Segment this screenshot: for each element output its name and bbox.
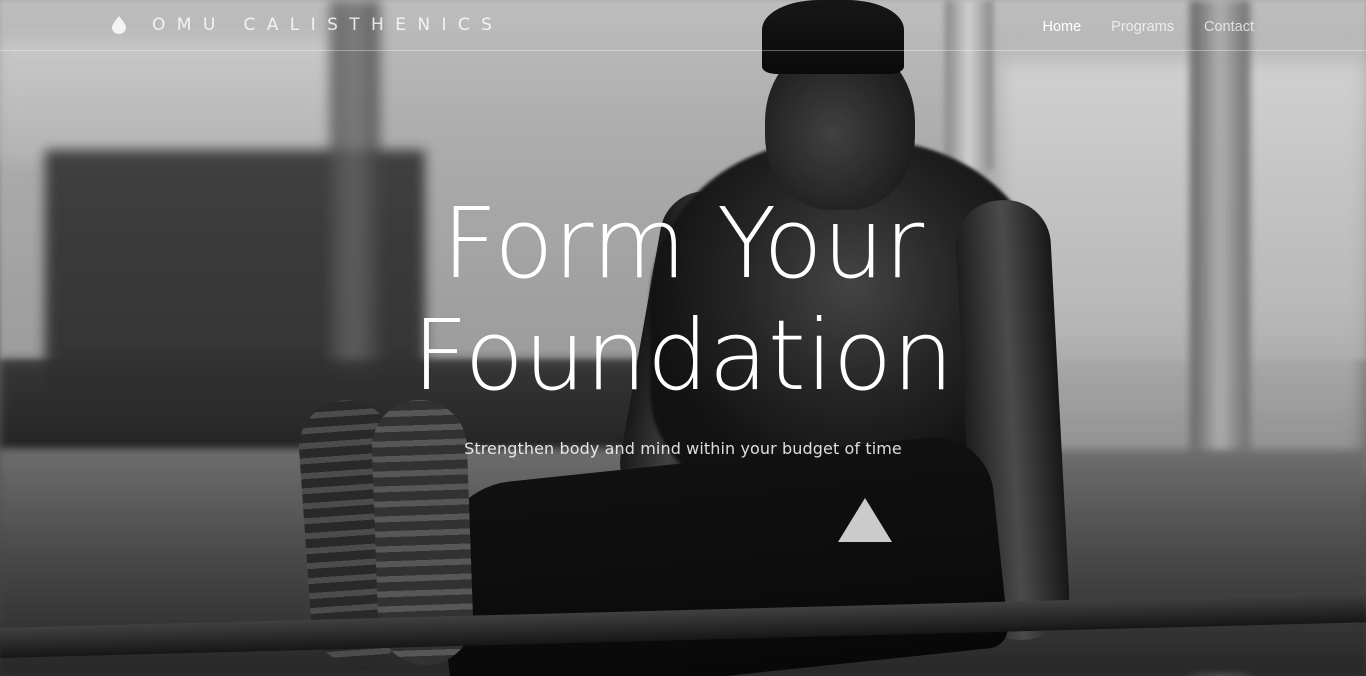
hero-section: OMU CALISTHENICS Home Programs Contact F… [0, 0, 1366, 676]
nav-link-programs[interactable]: Programs [1111, 19, 1174, 35]
nav-item-contact: Contact [1204, 16, 1254, 35]
hero-title: Form Your Foundation [0, 188, 1366, 412]
brand-link[interactable]: OMU CALISTHENICS [112, 12, 503, 38]
water-drop-icon [112, 16, 126, 34]
hero-subtitle: Strengthen body and mind within your bud… [464, 439, 902, 458]
brand-name: OMU CALISTHENICS [152, 15, 504, 35]
nav-item-home: Home [1042, 16, 1081, 35]
nav-link-home[interactable]: Home [1042, 19, 1081, 35]
nav-link-contact[interactable]: Contact [1204, 19, 1254, 35]
nav-item-programs: Programs [1111, 16, 1174, 35]
nav-menu: Home Programs Contact [1042, 0, 1254, 51]
hero-content: Form Your Foundation Strengthen body and… [0, 188, 1366, 459]
hero-title-line-1: Form Your [441, 187, 925, 300]
top-navbar: OMU CALISTHENICS Home Programs Contact [0, 0, 1366, 51]
hero-title-line-2: Foundation [412, 299, 954, 412]
